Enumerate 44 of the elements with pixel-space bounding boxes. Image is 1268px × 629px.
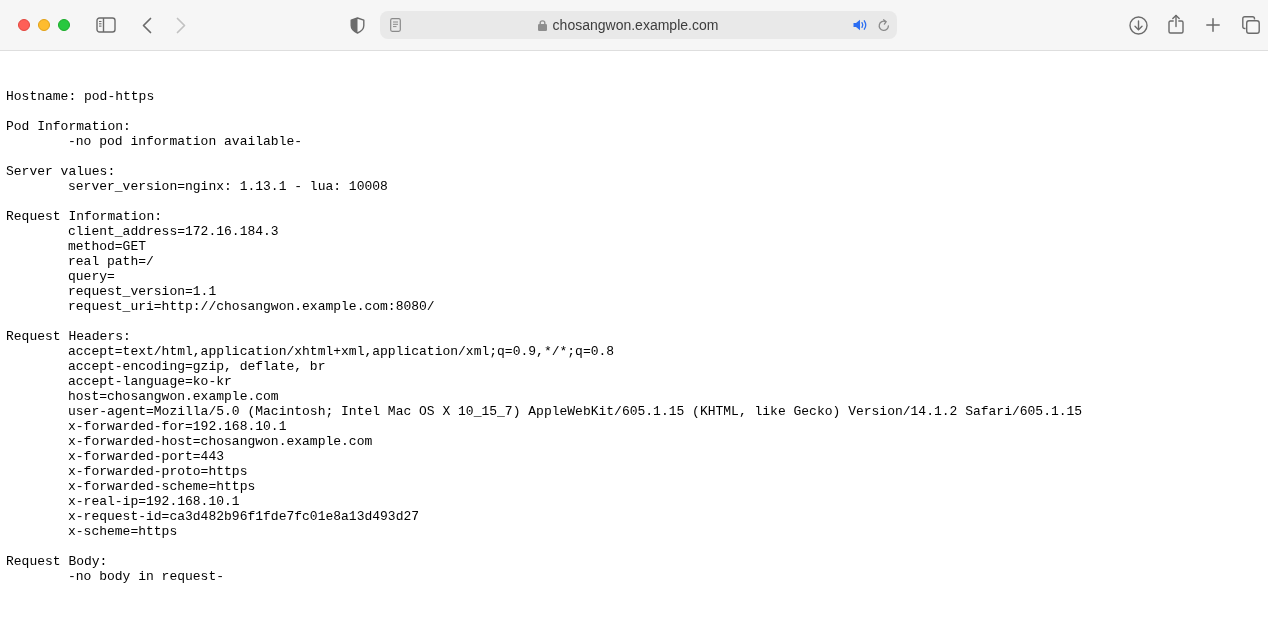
download-icon[interactable] xyxy=(1129,15,1148,35)
page-icon[interactable] xyxy=(390,18,401,32)
speaker-icon[interactable] xyxy=(853,19,868,31)
section-heading: Server values: xyxy=(6,164,116,179)
section-heading: Request Body: xyxy=(6,554,108,569)
overlapping-squares-icon[interactable] xyxy=(1242,16,1260,34)
value-line: real path=/ xyxy=(68,254,154,269)
value-line: accept=text/html,application/xhtml+xml,application/xml;q=0.9,*/*;q=0.8 xyxy=(68,344,615,359)
value-line: x-forwarded-proto=https xyxy=(68,464,248,479)
plus-icon[interactable] xyxy=(1206,18,1220,32)
value-line: user-agent=Mozilla/5.0 (Macintosh; Intel Mac OS X 10_15_7) AppleWebKit/605.1.15 (KHTML, like Gecko) Version/14.1.2 Safari/605.1.15 xyxy=(68,404,1083,419)
section-heading: Request Headers: xyxy=(6,329,131,344)
value-line: host=chosangwon.example.com xyxy=(68,389,279,404)
sidebar-icon[interactable] xyxy=(96,17,116,33)
back-icon[interactable] xyxy=(142,16,152,34)
reload-icon[interactable] xyxy=(878,18,890,32)
value-line: accept-language=ko-kr xyxy=(68,374,232,389)
url-text: chosangwon.example.com xyxy=(552,17,719,33)
value-line: x-forwarded-host=chosangwon.example.com xyxy=(68,434,373,449)
value-line: -no body in request- xyxy=(68,569,225,584)
minimize-icon[interactable] xyxy=(38,19,50,31)
shield-icon[interactable] xyxy=(350,16,365,34)
section-heading: Request Information: xyxy=(6,209,163,224)
value-line: x-request-id=ca3d482b96f1fde7fc01e8a13d493d27 xyxy=(68,509,420,524)
close-icon[interactable] xyxy=(18,19,30,31)
value-line: server_version=nginx: 1.13.1 - lua: 10008 xyxy=(68,179,388,194)
value-line: x-scheme=https xyxy=(68,524,178,539)
value-line: x-forwarded-for=192.168.10.1 xyxy=(68,419,287,434)
value-line: -no pod information available- xyxy=(68,134,303,149)
section-heading: Pod Information: xyxy=(6,119,131,134)
hostname-text: Hostname: pod-https xyxy=(6,89,155,104)
value-line: request_uri=http://chosangwon.example.com:8080/ xyxy=(68,299,435,314)
share-icon[interactable] xyxy=(1168,13,1184,34)
address-bar[interactable]: chosangwon.example.com xyxy=(380,11,897,39)
value-line: request_version=1.1 xyxy=(68,284,217,299)
value-line: x-forwarded-port=443 xyxy=(68,449,225,464)
value-line: x-forwarded-scheme=https xyxy=(68,479,256,494)
lock-icon xyxy=(537,19,547,31)
value-line: client_address=172.16.184.3 xyxy=(68,224,279,239)
fullscreen-icon[interactable] xyxy=(58,19,70,31)
value-line: query= xyxy=(68,269,115,284)
value-line: method=GET xyxy=(68,239,146,254)
value-line: accept-encoding=gzip, deflate, br xyxy=(68,359,326,374)
value-line: x-real-ip=192.168.10.1 xyxy=(68,494,240,509)
